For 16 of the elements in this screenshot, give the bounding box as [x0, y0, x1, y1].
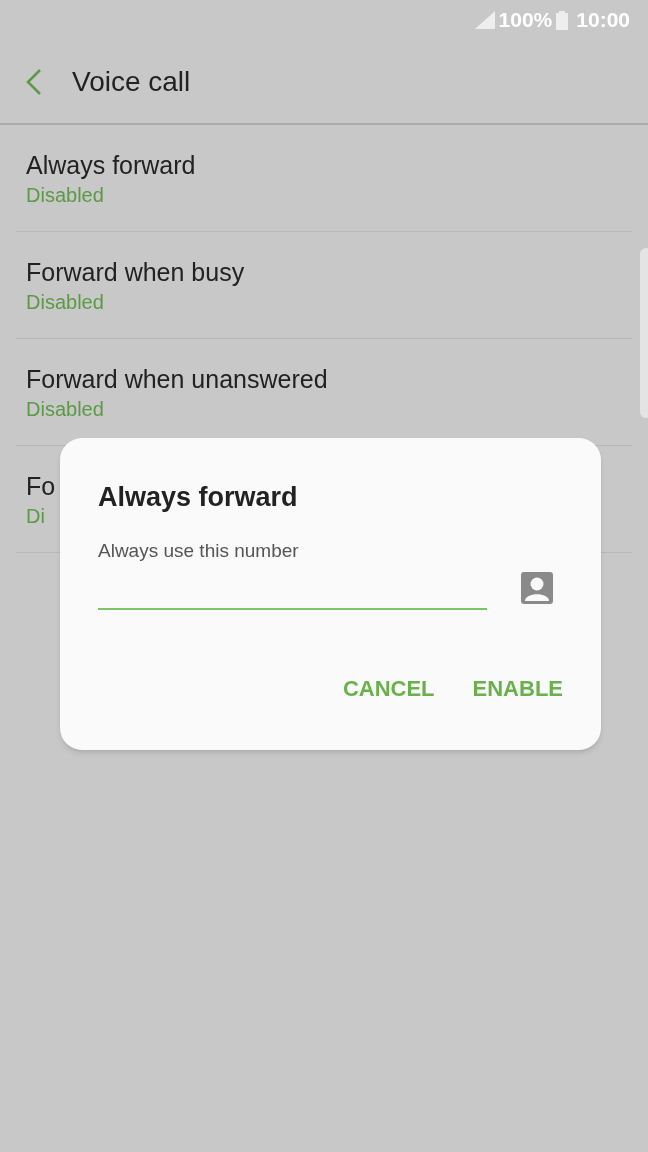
settings-item[interactable]: Always forward Disabled: [16, 125, 632, 232]
item-title: Forward when unanswered: [26, 364, 328, 395]
item-status: Disabled: [26, 183, 104, 208]
item-status: Disabled: [26, 290, 104, 315]
item-title: Always forward: [26, 150, 196, 181]
page-title: Voice call: [72, 64, 191, 99]
settings-item[interactable]: Forward when busy Disabled: [16, 232, 632, 339]
signal-icon: [474, 11, 495, 29]
item-title: Forward when busy: [26, 257, 245, 288]
item-status: Di: [26, 504, 45, 529]
dialog-title: Always forward: [98, 481, 299, 514]
battery-icon: [556, 10, 569, 30]
contact-icon[interactable]: [521, 572, 553, 604]
item-status: Disabled: [26, 397, 104, 422]
item-title: Fo: [26, 471, 56, 502]
field-label: Always use this number: [98, 539, 300, 563]
